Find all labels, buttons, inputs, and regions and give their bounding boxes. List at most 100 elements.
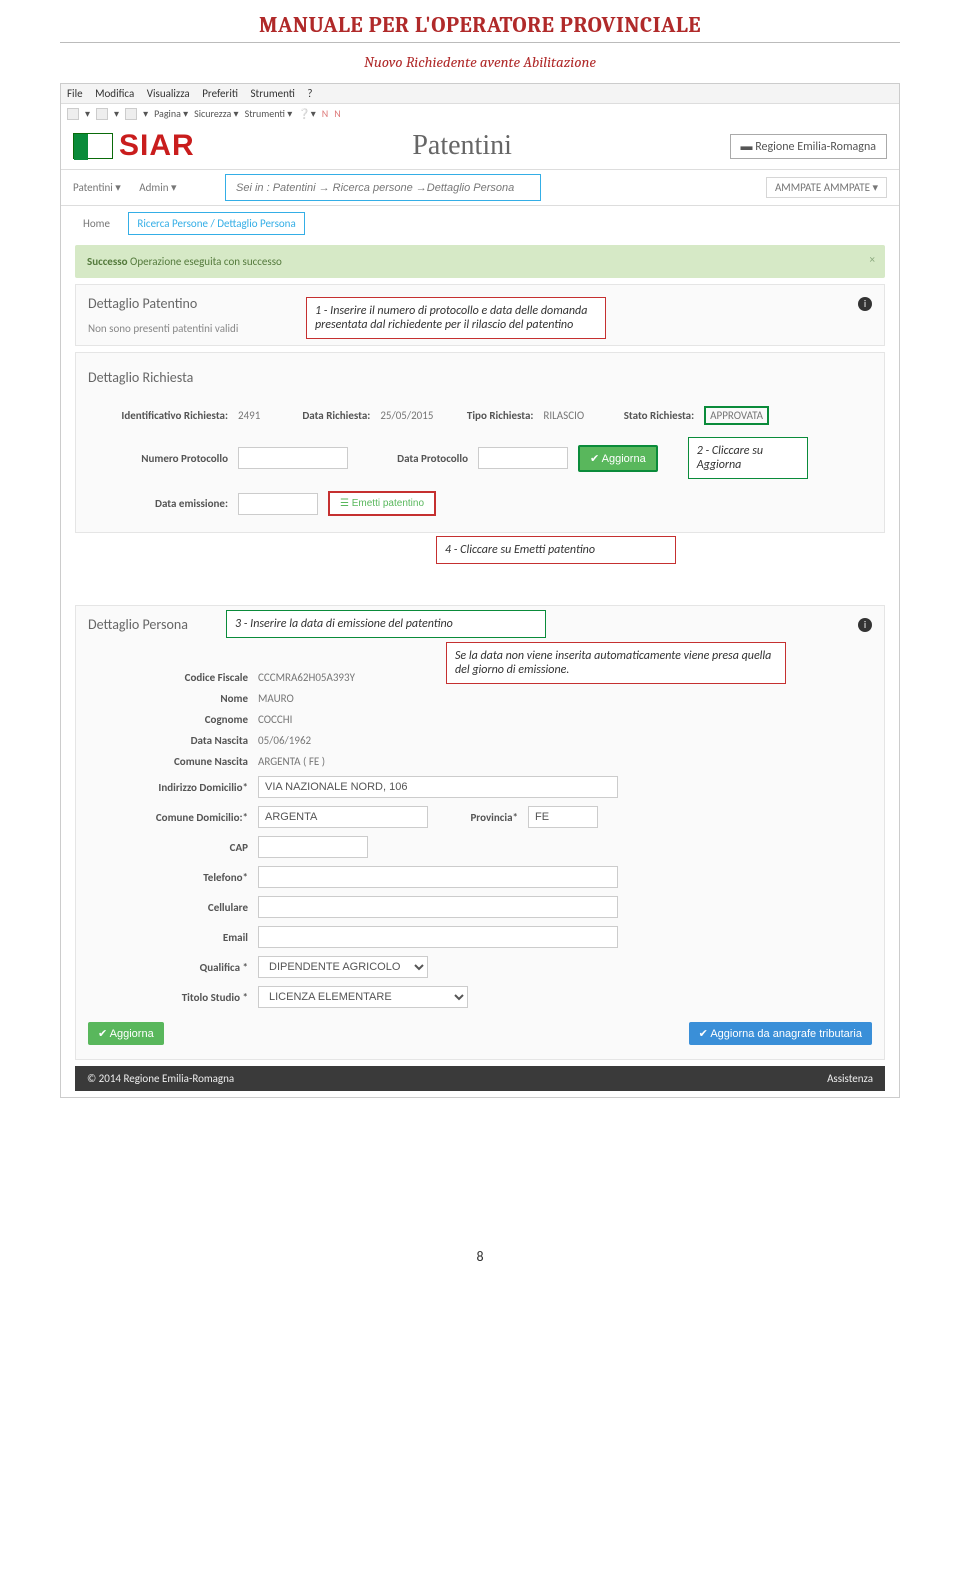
app-footer: © 2014 Regione Emilia-Romagna Assistenza bbox=[75, 1066, 885, 1091]
app-window: File Modifica Visualizza Preferiti Strum… bbox=[60, 83, 900, 1098]
toolbar-pagina[interactable]: Pagina ▾ bbox=[154, 107, 188, 120]
email-label: Email bbox=[88, 931, 248, 944]
toolbar-icon[interactable] bbox=[67, 108, 79, 120]
toolbar-sicurezza[interactable]: Sicurezza ▾ bbox=[194, 107, 238, 120]
data-richiesta-label: Data Richiesta: bbox=[270, 409, 370, 422]
info-icon[interactable]: i bbox=[858, 297, 872, 311]
annotation-1: 1 - Inserire il numero di protocollo e d… bbox=[306, 297, 606, 339]
email-input[interactable] bbox=[258, 926, 618, 948]
menu-preferiti[interactable]: Preferiti bbox=[202, 87, 238, 100]
logo-flag-icon bbox=[73, 133, 113, 159]
toolbar-icon[interactable] bbox=[96, 108, 108, 120]
numero-protocollo-label: Numero Protocollo bbox=[88, 452, 228, 465]
section-heading: Dettaglio Persona bbox=[88, 616, 188, 633]
provincia-input[interactable] bbox=[528, 806, 598, 828]
comune-domicilio-label: Comune Domicilio:* bbox=[88, 811, 248, 824]
comune-nascita-label: Comune Nascita bbox=[88, 755, 248, 768]
toolbar-n-icon[interactable]: N bbox=[322, 107, 328, 120]
menu-file[interactable]: File bbox=[67, 87, 83, 100]
annotation-2: 2 - Cliccare su Aggiorna bbox=[688, 437, 808, 479]
user-menu[interactable]: AMMPATE AMMPATE ▾ bbox=[766, 177, 887, 198]
menu-modifica[interactable]: Modifica bbox=[95, 87, 134, 100]
data-protocollo-input[interactable] bbox=[478, 447, 568, 469]
nome-label: Nome bbox=[88, 692, 248, 705]
cf-label: Codice Fiscale bbox=[88, 671, 248, 684]
footer-assistenza[interactable]: Assistenza bbox=[827, 1072, 873, 1085]
annotation-4: 4 - Cliccare su Emetti patentino bbox=[436, 536, 676, 564]
id-richiesta-label: Identificativo Richiesta: bbox=[88, 409, 228, 422]
toolbar-help-icon[interactable]: ❔▾ bbox=[298, 107, 315, 120]
telefono-input[interactable] bbox=[258, 866, 618, 888]
qualifica-label: Qualifica * bbox=[88, 961, 248, 974]
toolbar-strumenti[interactable]: Strumenti ▾ bbox=[245, 107, 293, 120]
app-title: Patentini bbox=[215, 130, 710, 162]
cellulare-input[interactable] bbox=[258, 896, 618, 918]
cellulare-label: Cellulare bbox=[88, 901, 248, 914]
section-persona: Dettaglio Persona i 3 - Inserire la data… bbox=[75, 605, 885, 1060]
emetti-patentino-button[interactable]: ☰ Emetti patentino bbox=[328, 491, 436, 516]
browser-toolbar: ▾ ▾ ▾ Pagina ▾ Sicurezza ▾ Strumenti ▾ ❔… bbox=[61, 104, 899, 123]
annotation-note: Se la data non viene inserita automatica… bbox=[446, 642, 786, 684]
data-richiesta-value: 25/05/2015 bbox=[380, 409, 433, 422]
breadcrumb-home[interactable]: Home bbox=[83, 217, 110, 230]
stato-richiesta-value: APPROVATA bbox=[704, 406, 769, 425]
section-heading: Dettaglio Richiesta bbox=[88, 369, 193, 386]
annotation-3: 3 - Inserire la data di emissione del pa… bbox=[226, 610, 546, 638]
comune-nascita-value: ARGENTA ( FE ) bbox=[258, 755, 325, 768]
success-alert: Successo Operazione eseguita con success… bbox=[75, 245, 885, 278]
cap-input[interactable] bbox=[258, 836, 368, 858]
browser-menubar: File Modifica Visualizza Preferiti Strum… bbox=[61, 84, 899, 104]
alert-label: Successo bbox=[87, 255, 128, 268]
data-protocollo-label: Data Protocollo bbox=[358, 452, 468, 465]
menu-visualizza[interactable]: Visualizza bbox=[147, 87, 190, 100]
siar-logo: SIAR bbox=[73, 129, 195, 163]
footer-copyright: © 2014 Regione Emilia-Romagna bbox=[87, 1072, 234, 1085]
qualifica-select[interactable]: DIPENDENTE AGRICOLO bbox=[258, 956, 428, 978]
titolo-studio-select[interactable]: LICENZA ELEMENTARE bbox=[258, 986, 468, 1008]
tipo-richiesta-value: RILASCIO bbox=[543, 409, 584, 422]
divider bbox=[60, 42, 900, 43]
toolbar-icon[interactable] bbox=[125, 108, 137, 120]
breadcrumb-annotation: Sei in : Patentini → Ricerca persone →De… bbox=[225, 174, 541, 201]
cognome-label: Cognome bbox=[88, 713, 248, 726]
numero-protocollo-input[interactable] bbox=[238, 447, 348, 469]
section-heading: Dettaglio Patentino bbox=[88, 295, 197, 312]
cap-label: CAP bbox=[88, 841, 248, 854]
menu-strumenti[interactable]: Strumenti bbox=[251, 87, 295, 100]
section-richiesta: Dettaglio Richiesta 1 - Inserire il nume… bbox=[75, 352, 885, 533]
aggiorna-anagrafe-button[interactable]: ✔ Aggiorna da anagrafe tributaria bbox=[689, 1022, 872, 1045]
indirizzo-label: Indirizzo Domicilio* bbox=[88, 781, 248, 794]
aggiorna-persona-button[interactable]: ✔ Aggiorna bbox=[88, 1022, 164, 1045]
page-number: 8 bbox=[60, 1248, 900, 1265]
breadcrumb-path: Ricerca Persone / Dettaglio Persona bbox=[128, 212, 304, 235]
region-label: ▬ Regione Emilia-Romagna bbox=[730, 134, 887, 159]
close-icon[interactable]: × bbox=[870, 253, 875, 266]
data-emissione-label: Data emissione: bbox=[88, 497, 228, 510]
alert-text: Operazione eseguita con successo bbox=[130, 255, 282, 268]
nav-admin[interactable]: Admin ▾ bbox=[139, 181, 176, 194]
cf-value: CCCMRA62H05A393Y bbox=[258, 671, 355, 684]
info-icon[interactable]: i bbox=[858, 618, 872, 632]
logo-text: SIAR bbox=[119, 129, 195, 163]
toolbar-n-icon[interactable]: N bbox=[334, 107, 340, 120]
indirizzo-input[interactable] bbox=[258, 776, 618, 798]
data-nascita-label: Data Nascita bbox=[88, 734, 248, 747]
id-richiesta-value: 2491 bbox=[238, 409, 260, 422]
doc-title: MANUALE PER L'OPERATORE PROVINCIALE bbox=[60, 0, 900, 42]
provincia-label: Provincia* bbox=[438, 811, 518, 824]
menu-help[interactable]: ? bbox=[307, 87, 312, 100]
titolo-studio-label: Titolo Studio * bbox=[88, 991, 248, 1004]
tipo-richiesta-label: Tipo Richiesta: bbox=[443, 409, 533, 422]
nav-row: Patentini ▾ Admin ▾ Sei in : Patentini →… bbox=[61, 169, 899, 206]
stato-richiesta-label: Stato Richiesta: bbox=[594, 409, 694, 422]
app-header: SIAR Patentini ▬ Regione Emilia-Romagna bbox=[61, 123, 899, 169]
nav-patentini[interactable]: Patentini ▾ bbox=[73, 181, 121, 194]
data-nascita-value: 05/06/1962 bbox=[258, 734, 311, 747]
aggiorna-button[interactable]: ✔ Aggiorna bbox=[578, 445, 658, 472]
data-emissione-input[interactable] bbox=[238, 493, 318, 515]
nome-value: MAURO bbox=[258, 692, 294, 705]
telefono-label: Telefono* bbox=[88, 871, 248, 884]
comune-domicilio-input[interactable] bbox=[258, 806, 428, 828]
cognome-value: COCCHI bbox=[258, 713, 292, 726]
doc-subtitle: Nuovo Richiedente avente Abilitazione bbox=[60, 53, 900, 71]
